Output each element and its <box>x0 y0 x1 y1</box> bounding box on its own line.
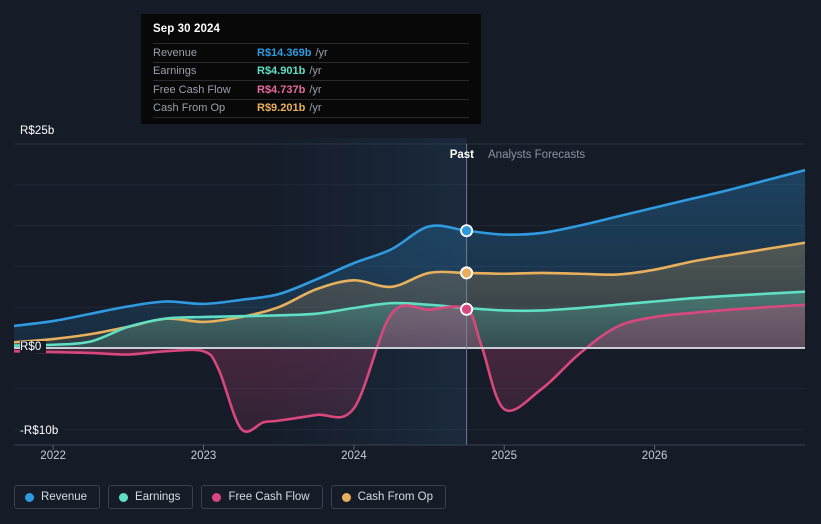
tooltip-row-label: Free Cash Flow <box>153 83 231 96</box>
legend-item-label: Earnings <box>135 491 181 503</box>
chart-legend[interactable]: Revenue Earnings Free Cash Flow Cash From O… <box>14 485 447 509</box>
legend-item-earnings[interactable]: Earnings <box>108 485 194 509</box>
y-axis-label-top: R$25b <box>20 125 60 137</box>
legend-item-revenue[interactable]: Revenue <box>14 485 101 509</box>
legend-item-free-cash-flow[interactable]: Free Cash Flow <box>201 485 323 509</box>
legend-item-label: Cash From Op <box>357 491 434 503</box>
x-axis-label: 2023 <box>190 450 217 462</box>
data-point-marker-revenue[interactable] <box>460 224 474 238</box>
x-axis-label: 2026 <box>641 450 668 462</box>
legend-color-dot-icon <box>341 492 351 502</box>
tooltip-row-value: R$4.901b/yr <box>257 65 322 78</box>
x-axis-label: 2024 <box>341 450 367 462</box>
tooltip-row: Free Cash Flow R$4.737b/yr <box>153 80 469 99</box>
legend-color-dot-icon <box>119 492 129 502</box>
tooltip-row: Cash From Op R$9.201b/yr <box>153 98 469 118</box>
tooltip-row: Revenue R$14.369b/yr <box>153 43 469 62</box>
tooltip-row: Earnings R$4.901b/yr <box>153 61 469 81</box>
legend-color-dot-icon <box>212 492 222 502</box>
tooltip-row-unit: /yr <box>315 46 328 59</box>
tooltip-row-label: Earnings <box>153 65 197 78</box>
tooltip-row-unit: /yr <box>309 83 322 96</box>
tooltip-row-label: Revenue <box>153 46 198 59</box>
legend-color-dot-icon <box>25 492 34 502</box>
legend-item-label: Revenue <box>41 491 88 503</box>
data-point-marker-free-cash-flow[interactable] <box>460 302 474 316</box>
x-axis-label: 2025 <box>491 450 517 462</box>
past-label: Past <box>449 149 474 161</box>
tooltip-row-value: R$9.201b/yr <box>257 102 322 115</box>
tooltip-row-value: R$14.369b/yr <box>257 46 328 59</box>
analysts-forecasts-label: Analysts Forecasts <box>488 149 586 161</box>
data-point-marker-cash-from-op[interactable] <box>460 266 474 280</box>
chart-tooltip: Sep 30 2024 Revenue R$14.369b/yr Earnings R… <box>141 14 481 124</box>
tooltip-row-unit: /yr <box>309 65 322 78</box>
tooltip-date: Sep 30 2024 <box>153 23 220 35</box>
financial-chart: R$25b R$0 -R$10b 2022 2023 2024 2025 2026 Pa… <box>0 0 821 524</box>
tooltip-rows: Revenue R$14.369b/yr Earnings R$4.901b/yr Fr… <box>153 43 469 118</box>
legend-item-label: Free Cash Flow <box>228 491 310 503</box>
tooltip-row-value: R$4.737b/yr <box>257 83 322 96</box>
x-axis-label: 2022 <box>40 450 66 462</box>
legend-item-cash-from-op[interactable]: Cash From Op <box>330 485 447 509</box>
tooltip-row-unit: /yr <box>309 102 322 115</box>
y-axis-label-zero: R$0 <box>20 341 47 353</box>
x-axis-line <box>14 444 805 450</box>
y-axis-label-negative: -R$10b <box>20 425 64 437</box>
tooltip-row-label: Cash From Op <box>153 102 226 115</box>
